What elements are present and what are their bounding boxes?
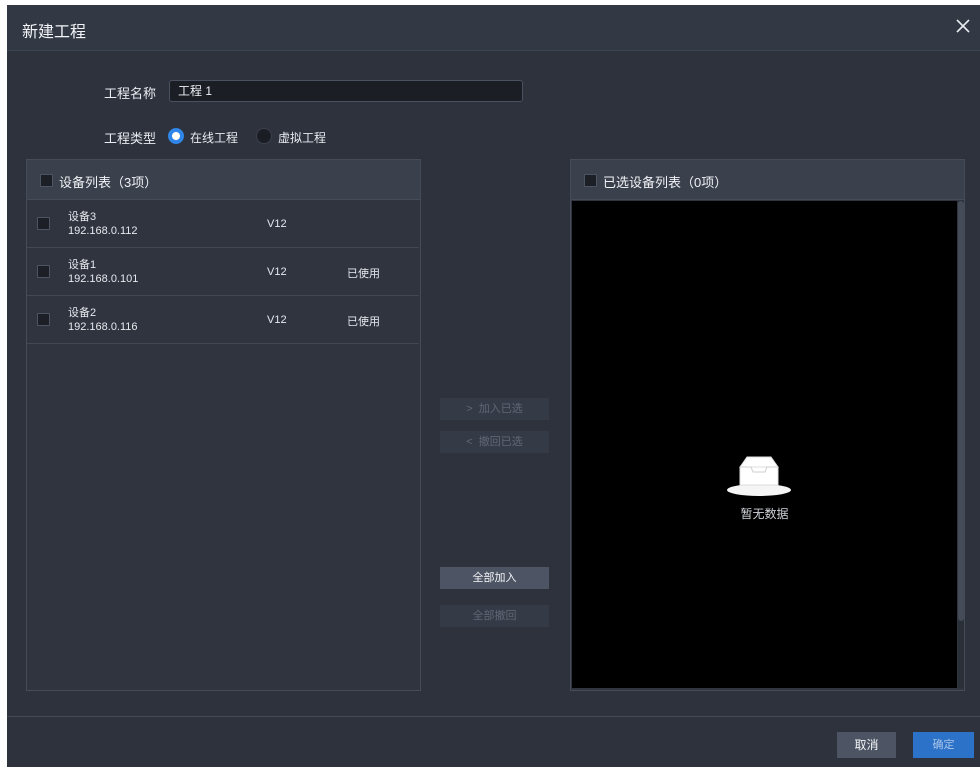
- device-checkbox[interactable]: [37, 217, 50, 230]
- device-list-title: 设备列表（3项）: [59, 175, 158, 190]
- device-row[interactable]: 设备2 192.168.0.116 V12 已使用: [27, 297, 419, 344]
- dialog-titlebar: 新建工程: [7, 5, 980, 51]
- scrollbar-thumb[interactable]: [958, 201, 964, 621]
- radio-online-project-label[interactable]: 在线工程: [190, 129, 238, 146]
- project-name-label: 工程名称: [104, 86, 157, 101]
- device-row[interactable]: 设备1 192.168.0.101 V12 已使用: [27, 249, 419, 296]
- device-status: 已使用: [347, 316, 380, 328]
- device-checkbox[interactable]: [37, 313, 50, 326]
- remove-selected-label: 撤回已选: [478, 436, 523, 448]
- new-project-dialog: 新建工程 工程名称 工程 1 工程类型 在线工程 虚拟工程 设备列表（3项） 设…: [7, 5, 980, 767]
- confirm-button[interactable]: 确定: [913, 732, 974, 758]
- radio-virtual-project-label[interactable]: 虚拟工程: [278, 129, 326, 146]
- select-all-selected-checkbox[interactable]: [584, 174, 597, 187]
- select-all-devices-checkbox[interactable]: [40, 174, 53, 187]
- radio-online-project[interactable]: [168, 128, 184, 144]
- radio-virtual-project[interactable]: [256, 128, 272, 144]
- selected-list-scrollbar[interactable]: [958, 201, 964, 688]
- selected-list-panel: 已选设备列表（0项） 暂无数据: [570, 159, 965, 691]
- remove-all-button[interactable]: 全部撤回: [440, 605, 549, 627]
- device-ip: 192.168.0.116: [68, 321, 138, 333]
- empty-state-text: 暂无数据: [740, 507, 789, 521]
- selected-list-title: 已选设备列表（0项）: [603, 175, 728, 190]
- device-list-panel: 设备列表（3项） 设备3 192.168.0.112 V12 设备1 192.1…: [26, 159, 421, 691]
- device-name: 设备2: [68, 307, 97, 319]
- empty-box-icon: [725, 449, 805, 504]
- project-name-input[interactable]: 工程 1: [169, 80, 523, 102]
- selected-list-body: 暂无数据: [572, 201, 957, 688]
- add-selected-button[interactable]: > 加入已选: [440, 398, 549, 420]
- device-version: V12: [267, 314, 287, 326]
- device-status: 已使用: [347, 268, 380, 280]
- device-ip: 192.168.0.101: [68, 273, 139, 285]
- device-name: 设备1: [68, 259, 97, 271]
- device-version: V12: [267, 218, 287, 230]
- device-ip: 192.168.0.112: [68, 225, 138, 237]
- device-name: 设备3: [68, 211, 97, 223]
- add-all-button[interactable]: 全部加入: [440, 567, 549, 589]
- cancel-button[interactable]: 取消: [837, 732, 896, 758]
- remove-selected-button[interactable]: < 撤回已选: [440, 431, 549, 453]
- device-list-header: 设备列表（3项）: [27, 160, 420, 200]
- chevron-right-icon: >: [466, 403, 473, 415]
- device-checkbox[interactable]: [37, 265, 50, 278]
- project-type-label: 工程类型: [104, 131, 157, 146]
- device-row[interactable]: 设备3 192.168.0.112 V12: [27, 201, 419, 248]
- close-icon[interactable]: [952, 15, 974, 37]
- add-selected-label: 加入已选: [478, 403, 523, 415]
- selected-list-header: 已选设备列表（0项）: [571, 160, 964, 200]
- device-version: V12: [267, 266, 287, 278]
- chevron-left-icon: <: [466, 436, 473, 448]
- dialog-title: 新建工程: [22, 24, 87, 41]
- footer-divider: [7, 716, 980, 717]
